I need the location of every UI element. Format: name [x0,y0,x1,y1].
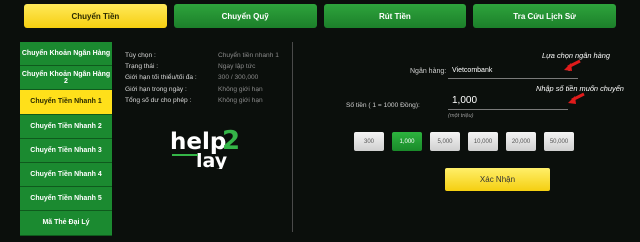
info-label: Giới hạn trong ngày : [125,85,187,93]
info-row: Trạng thái : Ngay lập tức [125,63,285,74]
tab-chuyen-tien[interactable]: Chuyển Tiền [24,4,167,28]
preset-50000-button[interactable]: 50,000 [544,132,574,151]
sidebar-item-fast-transfer-5[interactable]: Chuyển Tiền Nhanh 5 [20,187,112,212]
info-value: Chuyển tiền nhanh 1 [218,52,279,59]
top-tabs: Chuyển Tiền Chuyển Quỹ Rút Tiền Tra Cứu … [24,4,616,28]
tab-tra-cuu-lich-su[interactable]: Tra Cứu Lịch Sử [473,4,616,28]
bank-label: Ngân hàng: [410,68,447,75]
sidebar-item-fast-transfer-1[interactable]: Chuyển Tiền Nhanh 1 [20,90,112,115]
info-value: Không giới hạn [218,85,263,93]
info-label: Giới hạn tối thiểu/tối đa : [125,74,197,82]
amount-in-words: (một triệu) [448,113,474,119]
sidebar-item-agent-code[interactable]: Mã Thẻ Đại Lý [20,211,112,236]
panel-divider [292,42,293,232]
sidebar-item-bank-transfer[interactable]: Chuyển Khoản Ngân Hàng [20,42,112,67]
info-value: 300 / 300,000 [218,74,259,82]
info-label: Tổng số dư cho phép : [125,96,192,104]
preset-20000-button[interactable]: 20,000 [506,132,536,151]
sidebar-item-fast-transfer-2[interactable]: Chuyển Tiền Nhanh 2 [20,114,112,139]
preset-5000-button[interactable]: 5,000 [430,132,460,151]
transfer-method-menu: Chuyển Khoản Ngân Hàng Chuyển Khoản Ngân… [20,42,112,236]
preset-300-button[interactable]: 300 [354,132,384,151]
bank-select[interactable]: Vietcombank ⌄ [448,62,578,79]
info-value: Không giới hạn [218,96,263,104]
sidebar-item-fast-transfer-3[interactable]: Chuyển Tiền Nhanh 3 [20,138,112,163]
info-label: Trạng thái : [125,63,159,71]
sidebar-item-bank-transfer-2[interactable]: Chuyển Khoản Ngân Hàng 2 [20,66,112,91]
info-value: Ngay lập tức [218,63,256,71]
amount-input[interactable]: 1,000 [448,92,568,110]
info-row: Giới hạn tối thiểu/tối đa : 300 / 300,00… [125,74,285,85]
info-label: Tùy chọn : [125,52,156,59]
amount-presets: 300 1,000 5,000 10,000 20,000 50,000 [354,132,574,151]
confirm-button[interactable]: Xác Nhận [445,168,550,191]
red-arrow-icon [568,92,585,104]
sidebar-item-fast-transfer-4[interactable]: Chuyển Tiền Nhanh 4 [20,162,112,188]
amount-input-value: 1,000 [452,95,478,106]
tab-rut-tien[interactable]: Rút Tiền [323,4,467,28]
info-row: Tổng số dư cho phép : Không giới hạn [125,97,285,108]
tab-chuyen-quy[interactable]: Chuyển Quỹ [173,4,317,28]
transfer-info-panel: Tùy chọn : Chuyển tiền nhanh 1 Trạng thá… [125,52,285,108]
help2pay-logo: help 2 lay [170,125,242,169]
info-row: Giới hạn trong ngày : Không giới hạn [125,86,285,97]
red-arrow-icon [564,59,581,71]
preset-1000-button[interactable]: 1,000 [392,132,422,151]
info-row: Tùy chọn : Chuyển tiền nhanh 1 [125,52,285,63]
amount-label: Số tiền ( 1 = 1000 Đồng): [346,102,420,109]
logo-text-bottom: lay [196,150,228,169]
bank-select-value: Vietcombank [452,66,493,74]
preset-10000-button[interactable]: 10,000 [468,132,498,151]
